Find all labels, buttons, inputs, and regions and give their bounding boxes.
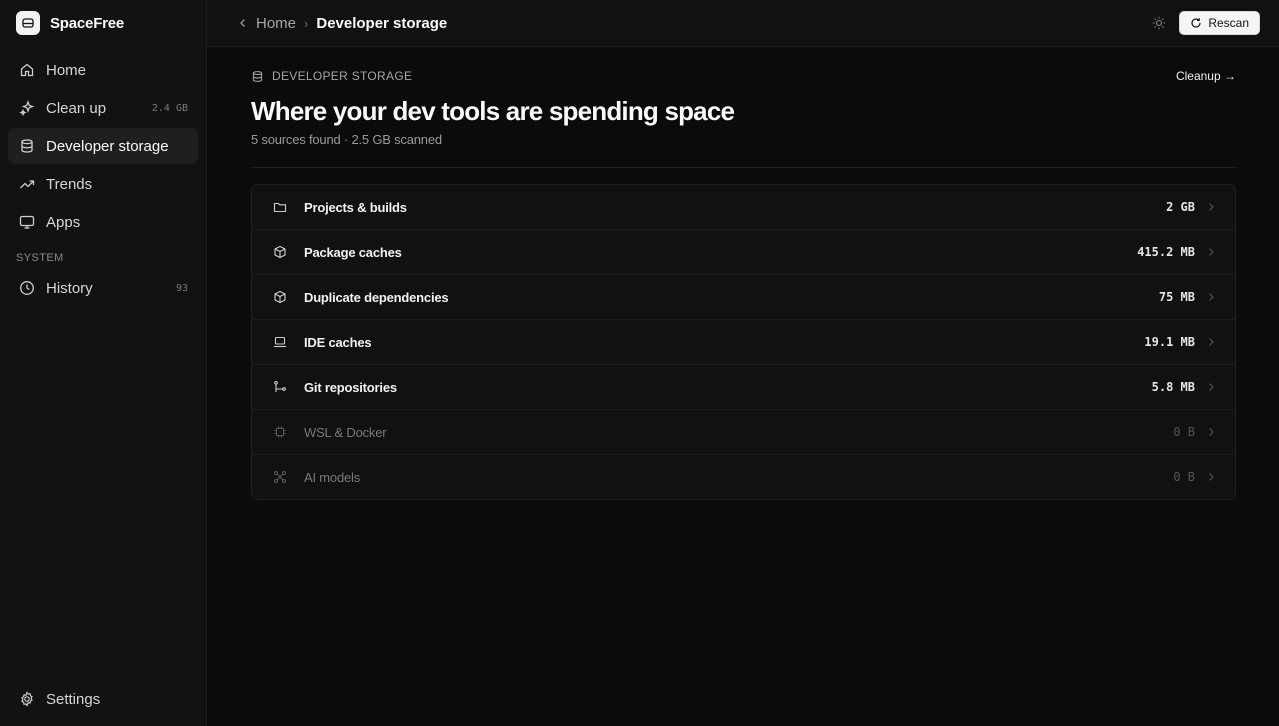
trending-up-icon [18,175,36,193]
source-row-git-repositories[interactable]: Git repositories 5.8 MB [252,365,1235,410]
sidebar-footer: Settings [8,681,198,719]
chip-icon [273,425,287,439]
chevron-right-icon [1207,247,1215,257]
source-row-package-caches[interactable]: Package caches 415.2 MB [252,230,1235,275]
network-icon [273,470,287,484]
source-name: IDE caches [304,334,372,350]
sidebar-item-history[interactable]: History 93 [8,270,198,306]
source-name: Duplicate dependencies [304,289,449,305]
source-row-wsl-docker[interactable]: WSL & Docker 0 B [252,410,1235,455]
chevron-right-icon [1207,292,1215,302]
monitor-icon [18,213,36,231]
main-panel: Home › Developer storage Rescan DEVELOPE… [207,0,1279,726]
divider [251,167,1236,168]
git-branch-icon [273,380,287,394]
app-logo-icon [16,11,40,35]
laptop-icon [273,335,287,349]
folder-icon [273,200,287,214]
gear-icon [18,690,36,708]
source-size: 19.1 MB [1144,335,1195,349]
sources-list: Projects & builds 2 GB Package caches 41… [251,184,1236,500]
source-size: 0 B [1173,425,1195,439]
chevron-right-icon [1207,427,1215,437]
brand: SpaceFree [0,0,206,46]
sidebar-item-label: History [46,279,93,297]
source-row-duplicate-dependencies[interactable]: Duplicate dependencies 75 MB [252,275,1235,320]
sidebar-item-settings[interactable]: Settings [8,681,198,717]
sparkle-icon [18,99,36,117]
sidebar-item-home[interactable]: Home [8,52,198,88]
sidebar-item-trends[interactable]: Trends [8,166,198,202]
refresh-icon [1190,17,1202,29]
chevron-right-icon [1207,202,1215,212]
rescan-button[interactable]: Rescan [1179,11,1260,35]
history-count-badge: 93 [175,282,188,294]
cleanup-size-badge: 2.4 GB [151,102,188,114]
page-eyebrow: DEVELOPER STORAGE [251,69,1236,83]
source-size: 5.8 MB [1151,380,1195,394]
package-icon [273,245,287,259]
page-title: Where your dev tools are spending space [251,96,735,126]
cleanup-link[interactable]: Cleanup → [1176,69,1236,83]
source-size: 0 B [1173,470,1195,484]
sidebar-system-nav: History 93 [0,270,206,306]
eyebrow-label: DEVELOPER STORAGE [272,69,413,83]
topbar-actions: Rescan [1150,11,1260,35]
rescan-label: Rescan [1208,16,1249,30]
sidebar-item-label: Clean up [46,99,107,117]
source-name: Git repositories [304,379,397,395]
source-name: Package caches [304,244,402,260]
source-row-ide-caches[interactable]: IDE caches 19.1 MB [252,320,1235,365]
chevron-right-icon [1207,382,1215,392]
breadcrumb-home[interactable]: Home [256,15,296,32]
sidebar-item-developer-storage[interactable]: Developer storage [8,128,198,164]
page-subtitle: 5 sources found · 2.5 GB scanned [251,132,442,147]
sidebar-item-clean-up[interactable]: Clean up 2.4 GB [8,90,198,126]
sidebar-item-label: Apps [46,213,81,231]
chevron-right-icon [1207,472,1215,482]
breadcrumb-current: Developer storage [316,14,448,32]
breadcrumb-separator-icon: › [304,15,309,31]
sidebar-item-apps[interactable]: Apps [8,204,198,240]
sidebar-item-label: Developer storage [46,137,169,155]
sidebar: SpaceFree Home Clean up 2.4 GB Developer… [0,0,207,726]
home-icon [18,61,36,79]
sidebar-item-label: Settings [46,690,101,708]
chevron-right-icon [1207,337,1215,347]
database-icon [251,70,264,83]
source-row-ai-models[interactable]: AI models 0 B [252,455,1235,499]
sidebar-nav: Home Clean up 2.4 GB Developer storage T… [0,46,206,240]
sun-icon[interactable] [1150,14,1168,32]
page-content: DEVELOPER STORAGE Cleanup → Where your d… [207,47,1279,500]
source-name: WSL & Docker [304,424,387,440]
database-icon [18,137,36,155]
source-row-projects-builds[interactable]: Projects & builds 2 GB [252,185,1235,230]
source-size: 2 GB [1166,200,1195,214]
app-window: SpaceFree Home Clean up 2.4 GB Developer… [0,0,1279,726]
clock-icon [18,279,36,297]
source-name: AI models [304,469,361,485]
sidebar-item-label: Trends [46,175,93,193]
source-size: 415.2 MB [1137,245,1195,259]
app-name: SpaceFree [50,14,125,32]
back-chevron-icon[interactable] [234,14,252,32]
sidebar-section-system: SYSTEM [16,252,64,264]
package-icon [273,290,287,304]
source-size: 75 MB [1158,290,1195,304]
topbar: Home › Developer storage Rescan [207,0,1279,47]
source-name: Projects & builds [304,199,407,215]
sidebar-item-label: Home [46,61,87,79]
